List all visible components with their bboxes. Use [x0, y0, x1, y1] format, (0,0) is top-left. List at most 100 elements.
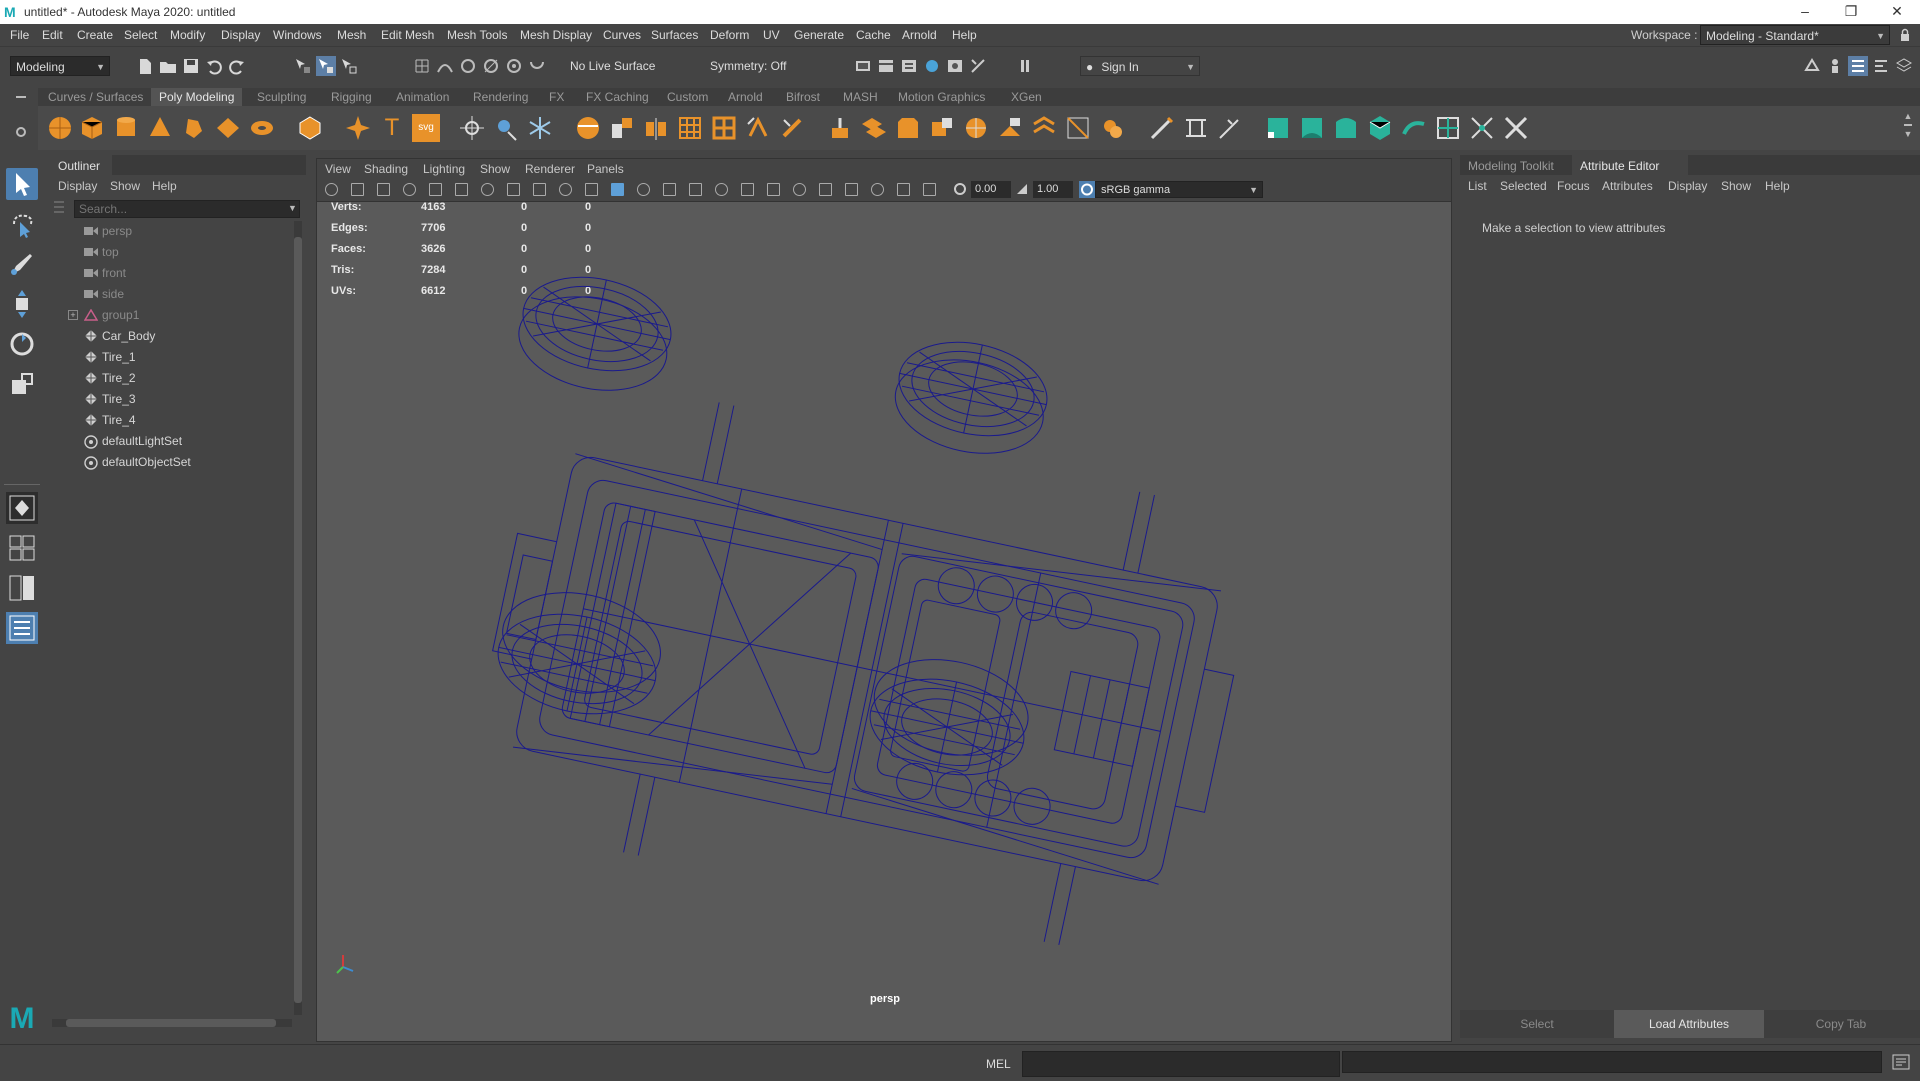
menu-surfaces[interactable]: Surfaces	[651, 28, 698, 42]
shelf-tab-rendering[interactable]: Rendering	[465, 88, 536, 106]
bevel-icon[interactable]	[894, 114, 922, 142]
rotate-tool[interactable]	[6, 328, 38, 360]
menu-mesh[interactable]: Mesh	[337, 28, 366, 42]
script-editor-icon[interactable]	[1892, 1054, 1910, 1070]
menu-help[interactable]: Help	[952, 28, 977, 42]
sculpt-tool-icon[interactable]	[1148, 114, 1176, 142]
freeze-transforms-icon[interactable]	[526, 114, 554, 142]
workspace-dropdown[interactable]: Modeling - Standard* ▼	[1700, 25, 1890, 45]
menu-arnold[interactable]: Arnold	[902, 28, 937, 42]
tab-modeling-toolkit[interactable]: Modeling Toolkit	[1460, 155, 1572, 175]
scrollbar-thumb[interactable]	[66, 1019, 276, 1027]
car-wireframe-model[interactable]	[317, 159, 1452, 1042]
reduce-icon[interactable]	[710, 114, 738, 142]
menu-select[interactable]: Select	[124, 28, 157, 42]
shelf-tab-custom[interactable]: Custom	[659, 88, 716, 106]
render-view-icon[interactable]	[853, 56, 873, 76]
poly-cube-icon[interactable]	[78, 114, 106, 142]
outliner-horizontal-scrollbar[interactable]	[52, 1019, 292, 1027]
bridge-icon[interactable]	[860, 114, 888, 142]
menu-generate[interactable]: Generate	[794, 28, 844, 42]
target-weld-icon[interactable]	[1098, 114, 1126, 142]
gear-icon[interactable]	[16, 126, 26, 137]
shelf-tab-sculpting[interactable]: Sculpting	[249, 88, 314, 106]
attr-menu-list[interactable]: List	[1468, 179, 1487, 193]
script-language-toggle[interactable]: MEL	[986, 1057, 1011, 1071]
arnold-flush-icon[interactable]	[968, 56, 988, 76]
shelf-tab-fx[interactable]: FX	[541, 88, 572, 106]
sign-in-dropdown[interactable]: ● Sign In ▼	[1080, 56, 1200, 76]
render-frame-icon[interactable]	[876, 56, 896, 76]
attr-menu-display[interactable]: Display	[1668, 179, 1707, 193]
outliner-layout-button[interactable]	[6, 612, 38, 644]
outliner-item-tire-1[interactable]: Tire_1	[48, 347, 284, 367]
outliner-item-car-body[interactable]: Car_Body	[48, 326, 284, 346]
attr-menu-show[interactable]: Show	[1721, 179, 1751, 193]
outliner-search-input[interactable]	[74, 200, 300, 218]
shelf-tab-xgen[interactable]: XGen	[1003, 88, 1050, 106]
menu-modify[interactable]: Modify	[170, 28, 205, 42]
combine-icon[interactable]	[574, 114, 602, 142]
shelf-tab-curves-surfaces[interactable]: Curves / Surfaces	[40, 88, 151, 106]
outliner-menu-help[interactable]: Help	[152, 179, 177, 193]
menu-edit-mesh[interactable]: Edit Mesh	[381, 28, 434, 42]
svg-icon[interactable]: svg	[412, 114, 440, 142]
select-component-icon[interactable]	[339, 56, 359, 76]
lock-icon[interactable]	[1900, 28, 1910, 42]
outliner-item-side[interactable]: side	[48, 284, 284, 304]
snap-magnet-icon[interactable]	[527, 56, 547, 76]
menu-uv[interactable]: UV	[763, 28, 780, 42]
undo-icon[interactable]	[204, 56, 224, 76]
poly-plane-icon[interactable]	[214, 114, 242, 142]
scrollbar-thumb[interactable]	[294, 237, 302, 1003]
outliner-item-default-light-set[interactable]: defaultLightSet	[48, 431, 284, 451]
arnold-render-icon[interactable]	[945, 56, 965, 76]
menu-deform[interactable]: Deform	[710, 28, 749, 42]
uv-auto-icon[interactable]	[1366, 114, 1394, 142]
remesh-icon[interactable]	[744, 114, 772, 142]
expand-icon[interactable]: +	[68, 310, 78, 320]
outliner-item-default-object-set[interactable]: defaultObjectSet	[48, 452, 284, 472]
redo-icon[interactable]	[227, 56, 247, 76]
menu-display[interactable]: Display	[221, 28, 260, 42]
chevron-down-icon[interactable]: ▼	[1900, 128, 1916, 140]
live-surface-field[interactable]: No Live Surface	[565, 56, 673, 76]
shelf-tab-animation[interactable]: Animation	[388, 88, 457, 106]
outliner-item-tire-2[interactable]: Tire_2	[48, 368, 284, 388]
open-scene-icon[interactable]	[158, 56, 178, 76]
single-perspective-view-button[interactable]	[6, 492, 38, 524]
shelf-tab-fx-caching[interactable]: FX Caching	[578, 88, 657, 106]
poly-disc-icon[interactable]	[248, 114, 276, 142]
shelf-menu-icon[interactable]	[16, 96, 26, 98]
persp-outliner-view-button[interactable]	[6, 572, 38, 604]
tab-attribute-editor[interactable]: Attribute Editor	[1572, 155, 1688, 175]
snap-live-icon[interactable]	[504, 56, 524, 76]
mirror-icon[interactable]	[642, 114, 670, 142]
bevel-edge-icon[interactable]	[928, 114, 956, 142]
channel-box-icon[interactable]	[1894, 56, 1914, 76]
restore-button[interactable]: ❐	[1828, 0, 1874, 24]
mode-dropdown[interactable]: Modeling ▼	[10, 56, 110, 76]
menu-file[interactable]: File	[10, 28, 29, 42]
paint-select-tool[interactable]	[6, 248, 38, 280]
save-scene-icon[interactable]	[181, 56, 201, 76]
edge-flow-icon[interactable]	[1182, 114, 1210, 142]
shelf-tab-motion-graphics[interactable]: Motion Graphics	[890, 88, 993, 106]
close-button[interactable]: ✕	[1874, 0, 1920, 24]
scale-tool[interactable]	[6, 368, 38, 400]
tool-settings-icon[interactable]	[1871, 56, 1891, 76]
append-icon[interactable]	[962, 114, 990, 142]
uv-planar-icon[interactable]	[1264, 114, 1292, 142]
uv-cylindrical-icon[interactable]	[1298, 114, 1326, 142]
smooth-icon[interactable]	[676, 114, 704, 142]
separate-icon[interactable]	[608, 114, 636, 142]
super-shape-icon[interactable]	[344, 114, 372, 142]
shelf-tab-rigging[interactable]: Rigging	[323, 88, 380, 106]
snap-curve-icon[interactable]	[435, 56, 455, 76]
outliner-item-front[interactable]: front	[48, 263, 284, 283]
ipr-render-icon[interactable]	[899, 56, 919, 76]
menu-cache[interactable]: Cache	[856, 28, 891, 42]
insert-edge-loop-icon[interactable]	[1030, 114, 1058, 142]
move-tool[interactable]	[6, 288, 38, 320]
select-object-icon[interactable]	[316, 56, 336, 76]
